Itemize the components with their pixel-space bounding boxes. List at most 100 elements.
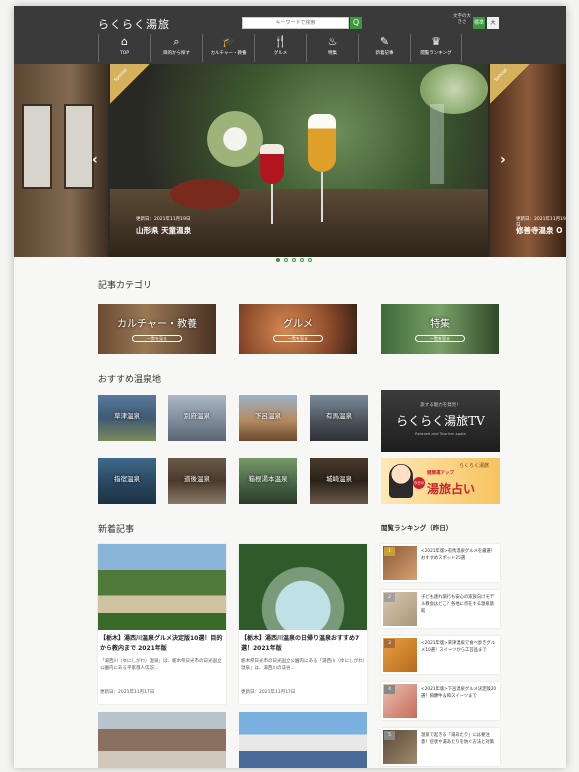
- article-card[interactable]: 【栃木】湯西川温泉グルメ決定版10選！目的から教内まで 2021年版 「湯西川（…: [98, 544, 226, 704]
- nav-label: 特集: [328, 51, 337, 56]
- rank-badge: 3: [384, 639, 395, 648]
- slide-image: [321, 172, 323, 222]
- special-badge: Special: [490, 64, 530, 104]
- nav-item-culture[interactable]: 🎓 カルチャー・教養: [202, 34, 254, 62]
- ranking-text: <2021年版>草津温泉で食べ歩きグルメ10選！スイーツから工芸品まで: [421, 641, 495, 653]
- nav-label: 目的から探す: [163, 51, 190, 56]
- nav-label: 新着記事: [375, 51, 394, 56]
- onsen-card-kusatsu[interactable]: 草津温泉: [98, 395, 156, 441]
- ranking-item[interactable]: 4 <2021年版>下呂温泉グルメ決定版20選！飛騨牛＆和スイーツまで: [381, 682, 500, 720]
- crown-icon: ♛: [431, 35, 441, 48]
- site-logo[interactable]: らくらく湯旅: [98, 16, 170, 32]
- slide-image: [430, 104, 444, 184]
- fortune-title: 湯旅占い: [427, 482, 476, 496]
- carousel-dot[interactable]: [308, 258, 312, 262]
- onsen-card-hakone-yumoto[interactable]: 箱根湯本温泉: [239, 458, 297, 504]
- onsen-card-arima[interactable]: 有馬温泉: [310, 395, 368, 441]
- nav-item-top[interactable]: ⌂ TOP: [98, 34, 150, 62]
- slide-image: [64, 104, 94, 189]
- slide-image: [308, 114, 336, 172]
- ranking-item[interactable]: 5 温泉で起きる「湯あたり」には要注意！症状や湯あたりを防ぐ方法と対策: [381, 728, 500, 766]
- carousel-main-slide[interactable]: Special 更新日：2021年11月19日 山形県 天童温泉: [110, 64, 488, 257]
- onsen-label: 草津温泉: [114, 412, 140, 420]
- section-title-new-articles: 新着記事: [98, 525, 135, 535]
- onsen-card-ibusuki[interactable]: 指宿温泉: [98, 458, 156, 504]
- onsen-label: 指宿温泉: [114, 475, 140, 483]
- article-image: [239, 544, 367, 630]
- font-standard-button[interactable]: 標準: [473, 17, 485, 29]
- ranking-text: 子ども連れ旅行も安心の家族向けモデル教会はどこ？各地に点在する温泉旅館: [421, 595, 495, 614]
- category-card-culture[interactable]: カルチャー・教養 一覧を見る: [98, 304, 216, 354]
- section-title-categories: 記事カテゴリ: [98, 281, 153, 291]
- article-title: 【栃木】湯西川温泉の日帰り温泉おすすめ7選！2021年版: [241, 635, 360, 652]
- fortune-banner[interactable]: 今日の らくらく湯旅 健康運アップ 湯旅占い: [381, 458, 500, 504]
- ranking-text: <2021年版>有馬温泉グルメを厳選！おすすめスポット25選: [421, 549, 495, 561]
- carousel-dot[interactable]: [276, 258, 280, 262]
- ranking-item[interactable]: 2 子ども連れ旅行も安心の家族向けモデル教会はどこ？各地に点在する温泉旅館: [381, 590, 500, 628]
- search-icon: Q: [352, 18, 360, 27]
- girl-illustration-icon: [389, 464, 413, 498]
- fork-knife-icon: 🍴: [273, 35, 288, 48]
- section-title-recommended: おすすめ温泉地: [98, 375, 162, 385]
- article-image[interactable]: [98, 712, 226, 768]
- slide-image: [271, 184, 273, 224]
- search-input[interactable]: キーワードで検索: [242, 17, 349, 29]
- pencil-icon: ✎: [379, 35, 390, 48]
- carousel-dot[interactable]: [284, 258, 288, 262]
- site-header: らくらく湯旅 キーワードで検索 Q 文字の大きさ 標準 大 ⌂ TOP ⌕ 目的…: [14, 6, 566, 64]
- home-icon: ⌂: [121, 35, 128, 48]
- article-date: 更新日：2021年11月17日: [100, 690, 155, 695]
- nav-item-purpose[interactable]: ⌕ 目的から探す: [150, 34, 202, 62]
- nav-item-feature[interactable]: ♨ 特集: [306, 34, 358, 62]
- nav-label: TOP: [119, 51, 129, 56]
- fortune-tag: 今日の: [413, 477, 425, 489]
- onsen-card-kinosaki[interactable]: 城崎温泉: [310, 458, 368, 504]
- rank-badge: 4: [384, 685, 395, 694]
- category-label: グルメ: [283, 319, 313, 330]
- tv-banner[interactable]: 旅する魅力を発見！ らくらく湯旅TV Relaxed and Tourism s…: [381, 390, 500, 452]
- tv-banner-caption: 旅する魅力を発見！: [420, 403, 461, 408]
- slide-image: [110, 189, 488, 257]
- font-size-label: 文字の大きさ: [453, 14, 471, 25]
- article-card[interactable]: 【栃木】湯西川温泉の日帰り温泉おすすめ7選！2021年版 栃木県日光市の日光国立…: [239, 544, 367, 704]
- article-title: 【栃木】湯西川温泉グルメ決定版10選！目的から教内まで 2021年版: [100, 635, 223, 652]
- onsen-label: 道後温泉: [184, 475, 210, 483]
- article-date: 更新日：2021年11月17日: [241, 690, 296, 695]
- carousel-dot[interactable]: [292, 258, 296, 262]
- font-large-button[interactable]: 大: [487, 17, 499, 29]
- onsen-label: 箱根湯本温泉: [248, 475, 288, 483]
- ranking-title: 閲覧ランキング（昨日）: [381, 524, 453, 532]
- article-excerpt: 栃木県日光市の日光国立公園内にある「湯西川（ゆにしがわ）温泉」は、湯西川の渓谷.…: [241, 659, 365, 671]
- nav-item-gourmet[interactable]: 🍴 グルメ: [254, 34, 306, 62]
- nav-item-ranking[interactable]: ♛ 閲覧ランキング: [410, 34, 462, 62]
- onsen-card-gero[interactable]: 下呂温泉: [239, 395, 297, 441]
- ranking-item[interactable]: 3 <2021年版>草津温泉で食べ歩きグルメ10選！スイーツから工芸品まで: [381, 636, 500, 674]
- category-label: カルチャー・教養: [117, 319, 197, 330]
- nav-item-new[interactable]: ✎ 新着記事: [358, 34, 410, 62]
- rank-badge: 2: [384, 593, 395, 602]
- category-card-feature[interactable]: 特集 一覧を見る: [381, 304, 499, 354]
- ranking-item[interactable]: 1 <2021年版>有馬温泉グルメを厳選！おすすめスポット25選: [381, 544, 500, 582]
- slide-title: 山形県 天童温泉: [136, 226, 192, 235]
- nav-label: グルメ: [273, 51, 288, 56]
- fortune-subtitle: 健康運アップ: [427, 471, 454, 476]
- category-card-gourmet[interactable]: グルメ 一覧を見る: [239, 304, 357, 354]
- article-image[interactable]: [239, 712, 367, 768]
- view-list-button[interactable]: 一覧を見る: [132, 335, 182, 342]
- onsen-card-dogo[interactable]: 道後温泉: [168, 458, 226, 504]
- carousel-next-arrow[interactable]: ›: [500, 152, 506, 168]
- slide-image: [170, 179, 240, 209]
- page-frame: らくらく湯旅 キーワードで検索 Q 文字の大きさ 標準 大 ⌂ TOP ⌕ 目的…: [14, 6, 566, 768]
- search-icon: ⌕: [173, 35, 180, 48]
- onsen-label: 下呂温泉: [255, 412, 281, 420]
- view-list-button[interactable]: 一覧を見る: [273, 335, 323, 342]
- slide-date: 更新日：2021年11月19日: [136, 217, 191, 222]
- carousel-prev-arrow[interactable]: ‹: [92, 152, 98, 168]
- search-button[interactable]: Q: [350, 17, 362, 29]
- onsen-card-beppu[interactable]: 別府温泉: [168, 395, 226, 441]
- special-badge: Special: [110, 64, 150, 104]
- slide-image: [260, 144, 284, 184]
- article-excerpt: 「湯西川（ゆにしがわ）温泉」は、栃木県日光市の日光国立公園内にある平家落人伝説.…: [100, 659, 222, 671]
- carousel-dot[interactable]: [300, 258, 304, 262]
- view-list-button[interactable]: 一覧を見る: [415, 335, 465, 342]
